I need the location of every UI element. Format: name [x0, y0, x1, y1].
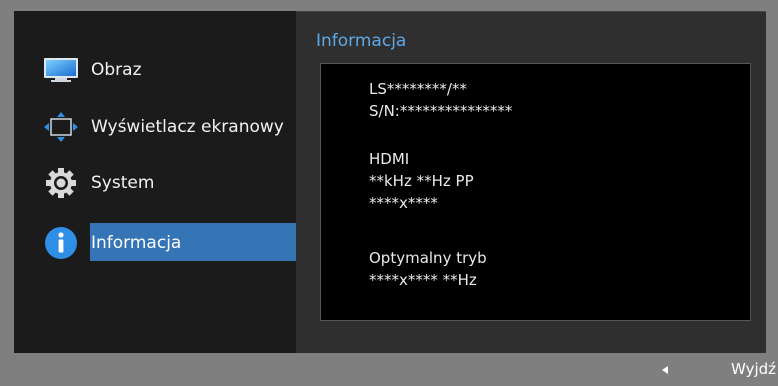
input-source: HDMI — [369, 150, 410, 168]
menu-item-wyswietlacz-ekranowy[interactable]: Wyświetlacz ekranowy — [14, 107, 296, 147]
menu-item-label: System — [91, 173, 155, 193]
menu-item-label: Informacja — [91, 233, 182, 253]
resolution-info: ****x**** — [369, 194, 438, 212]
left-arrow-icon[interactable] — [662, 366, 668, 374]
info-box: LS********/** S/N:*************** HDMI *… — [320, 63, 751, 321]
frequency-info: **kHz **Hz PP — [369, 172, 474, 190]
move-arrows-icon — [38, 107, 84, 147]
optimal-mode-label: Optymalny tryb — [369, 249, 487, 267]
menu-item-obraz[interactable]: Obraz — [14, 50, 296, 90]
info-panel: Informacja LS********/** S/N:***********… — [296, 11, 766, 354]
footer-bar: Wyjdź — [0, 353, 778, 386]
osd-window: Obraz Wyświetlacz ekranowy System Inform… — [0, 0, 778, 386]
menu-item-label: Wyświetlacz ekranowy — [91, 117, 284, 137]
exit-button[interactable]: Wyjdź — [731, 360, 776, 378]
menu-item-informacja[interactable]: Informacja — [14, 223, 296, 263]
menu-item-label: Obraz — [91, 60, 142, 80]
model-number: LS********/** — [369, 80, 467, 98]
gear-icon — [38, 163, 84, 203]
optimal-mode-value: ****x**** **Hz — [369, 271, 477, 289]
monitor-icon — [38, 50, 84, 90]
panel-title: Informacja — [316, 31, 407, 51]
info-icon — [38, 223, 84, 263]
menu-item-system[interactable]: System — [14, 163, 296, 203]
menu-sidebar: Obraz Wyświetlacz ekranowy System Inform… — [14, 11, 296, 353]
serial-number: S/N:*************** — [369, 102, 513, 120]
